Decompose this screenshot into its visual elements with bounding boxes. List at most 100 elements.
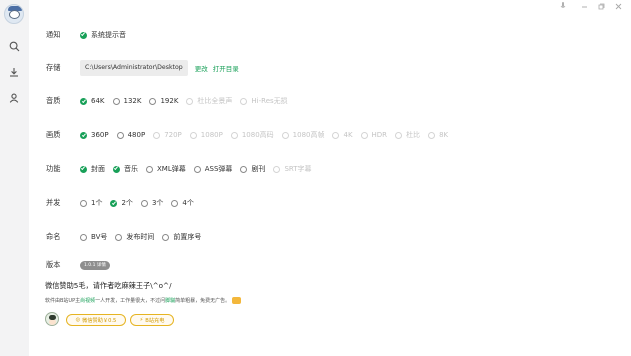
video-option-label: 480P — [127, 131, 146, 139]
video-row: 画质 360P 480P 720P 1080P 1080高码 1080高帧 4K… — [46, 130, 456, 140]
naming-option-publish-time[interactable]: 发布时间 — [115, 232, 154, 242]
bili-charge-label: B站充电 — [145, 317, 165, 324]
audio-option-64k[interactable]: 64K — [80, 97, 105, 105]
feature-label: ASS弹幕 — [204, 165, 233, 173]
naming-option-label: 发布时间 — [126, 233, 155, 241]
video-option-4k: 4K — [332, 131, 353, 139]
open-folder-link[interactable]: 打开目录 — [213, 63, 239, 73]
concurrency-option-3[interactable]: 3个 — [140, 198, 164, 208]
concurrency-option-1[interactable]: 1个 — [80, 198, 102, 208]
concurrency-option-label: 3个 — [151, 199, 164, 207]
audio-option-label: 杜比全景声 — [197, 97, 233, 105]
search-icon[interactable] — [5, 37, 23, 55]
donate-description: 软件由B站UP主尚视频一人开发，工作量很大，不过问脚騚简单粗暴，免费无广告。 — [45, 297, 242, 304]
close-icon[interactable] — [612, 0, 624, 12]
version-label: 版本 — [46, 260, 61, 269]
audio-option-dolby-atmos: 杜比全景声 — [186, 96, 232, 106]
concurrency-label: 并发 — [46, 198, 61, 207]
feature-label: XML弹幕 — [157, 165, 186, 173]
donate-title: 微信赞助5毛，请作者吃麻辣王子\^o^/ — [45, 281, 172, 290]
feature-music-checkbox[interactable]: 音乐 — [113, 164, 138, 174]
video-option-label: 杜比 — [406, 131, 421, 139]
video-option-label: 720P — [164, 131, 182, 139]
wechat-donate-button[interactable]: ◎ 微信赞助￥0.5 — [66, 314, 126, 326]
donate-desc-prefix: 软件由B站UP主 — [45, 298, 81, 304]
video-option-label: 1080P — [200, 131, 223, 139]
feature-cover-checkbox[interactable]: 封面 — [80, 164, 105, 174]
author-avatar — [45, 312, 59, 326]
sidebar — [0, 0, 29, 356]
concurrency-option-4[interactable]: 4个 — [171, 198, 194, 208]
naming-option-label: 前置序号 — [173, 233, 202, 241]
video-option-label: 8K — [439, 131, 449, 139]
storage-path-field[interactable]: C:\Users\Administrator\Desktop — [80, 60, 188, 76]
features-label: 功能 — [46, 164, 61, 173]
download-icon[interactable] — [5, 63, 23, 81]
author-link[interactable]: 尚视频 — [80, 298, 95, 304]
app-logo — [4, 4, 24, 24]
audio-option-label: 132K — [123, 97, 142, 105]
naming-row: 命名 BV号 发布时间 前置序号 — [46, 232, 209, 242]
video-option-label: HDR — [371, 131, 388, 139]
concurrency-option-label: 2个 — [121, 199, 133, 207]
wechat-icon: ◎ — [75, 317, 81, 323]
video-option-1080-highfps: 1080高帧 — [281, 130, 325, 140]
concurrency-row: 并发 1个 2个 3个 4个 — [46, 198, 202, 208]
emoji-icon — [232, 297, 242, 304]
mic-icon[interactable] — [558, 0, 568, 12]
video-option-label: 1080高帧 — [292, 131, 325, 139]
video-option-dolby: 杜比 — [395, 130, 420, 140]
video-option-720p: 720P — [153, 131, 182, 139]
feature-clip-checkbox[interactable]: 剧刊 — [240, 164, 265, 174]
video-option-1080p: 1080P — [189, 131, 223, 139]
feature-ass-danmaku-checkbox[interactable]: ASS弹幕 — [193, 164, 233, 174]
video-option-label: 1080高码 — [241, 131, 274, 139]
audio-option-label: Hi-Res无损 — [251, 97, 288, 105]
feature-srt-checkbox: SRT字幕 — [273, 164, 312, 174]
system-sound-checkbox[interactable]: 系统提示音 — [80, 30, 126, 40]
video-option-label: 4K — [343, 131, 353, 139]
audio-option-label: 192K — [160, 97, 179, 105]
video-option-label: 360P — [91, 131, 109, 139]
audio-option-192k[interactable]: 192K — [149, 97, 178, 105]
video-option-8k: 8K — [428, 131, 448, 139]
settings-panel: 通知 系统提示音 存储 C:\Users\Administrator\Deskt… — [29, 12, 631, 356]
video-label: 画质 — [46, 130, 61, 139]
version-badge[interactable]: 1.0.1 详情 — [80, 260, 110, 270]
change-path-link[interactable]: 更改 — [195, 63, 208, 73]
donate-desc-link[interactable]: 脚騚 — [165, 298, 175, 304]
feature-label: 剧刊 — [251, 165, 266, 173]
video-option-360p[interactable]: 360P — [80, 131, 109, 139]
audio-label: 音质 — [46, 96, 61, 105]
minimize-icon[interactable] — [578, 0, 590, 12]
audio-option-132k[interactable]: 132K — [112, 97, 142, 105]
version-row: 版本 1.0.1 详情 — [46, 260, 110, 270]
feature-label: 封面 — [91, 165, 105, 173]
concurrency-option-2[interactable]: 2个 — [110, 198, 133, 208]
restore-icon[interactable] — [595, 0, 607, 12]
video-option-1080-highbitrate: 1080高码 — [230, 130, 274, 140]
naming-option-label: BV号 — [91, 233, 108, 241]
naming-option-prefix-index[interactable]: 前置序号 — [162, 232, 201, 242]
notify-row: 通知 系统提示音 — [46, 30, 134, 40]
notify-label: 通知 — [46, 30, 61, 39]
concurrency-option-label: 1个 — [91, 199, 103, 207]
video-option-hdr: HDR — [360, 131, 388, 139]
lightning-icon: ⚡ — [139, 317, 144, 323]
features-row: 功能 封面 音乐 XML弹幕 ASS弹幕 剧刊 SRT字幕 — [46, 164, 320, 174]
storage-row: 存储 C:\Users\Administrator\Desktop 更改 打开目… — [46, 60, 244, 76]
feature-label: 音乐 — [124, 165, 138, 173]
system-sound-label: 系统提示音 — [91, 31, 126, 39]
naming-option-bv[interactable]: BV号 — [80, 232, 107, 242]
video-option-480p[interactable]: 480P — [116, 131, 146, 139]
user-icon[interactable] — [5, 89, 23, 107]
naming-label: 命名 — [46, 232, 61, 241]
audio-row: 音质 64K 132K 192K 杜比全景声 Hi-Res无损 — [46, 96, 296, 106]
bili-charge-button[interactable]: ⚡ B站充电 — [130, 314, 174, 326]
audio-option-label: 64K — [91, 97, 105, 105]
feature-xml-danmaku-checkbox[interactable]: XML弹幕 — [146, 164, 186, 174]
audio-option-hires: Hi-Res无损 — [240, 96, 288, 106]
feature-label: SRT字幕 — [284, 165, 312, 173]
storage-label: 存储 — [46, 63, 61, 72]
donate-desc-mid: 一人开发，工作量很大，不过问 — [95, 298, 166, 304]
